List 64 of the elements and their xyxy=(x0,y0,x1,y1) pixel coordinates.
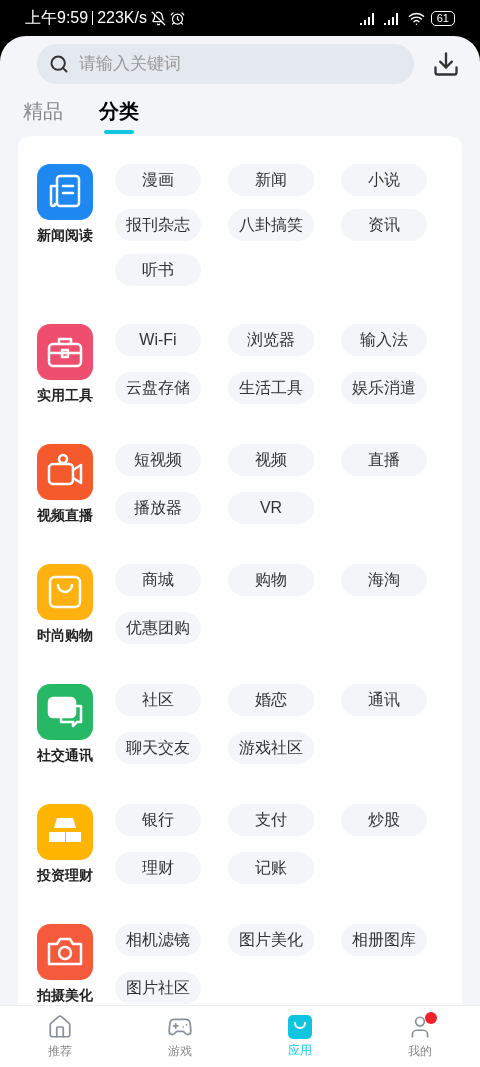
tag-chip[interactable]: 输入法 xyxy=(341,324,427,356)
nav-tab[interactable]: 推荐 xyxy=(0,1006,120,1067)
home-icon xyxy=(47,1013,73,1040)
tag-chip[interactable]: 理财 xyxy=(115,851,201,884)
tag-chip[interactable]: 生活工具 xyxy=(228,371,314,404)
nav-tab[interactable]: 游戏 xyxy=(120,1006,240,1067)
tag-chip[interactable]: 记账 xyxy=(228,851,314,884)
tag-chip[interactable]: 浏览器 xyxy=(228,324,314,356)
tag-chip[interactable]: 银行 xyxy=(115,804,201,836)
tag-chip[interactable]: 漫画 xyxy=(115,164,201,196)
tag-chip[interactable]: 相册图库 xyxy=(341,924,427,956)
category-icon[interactable] xyxy=(37,164,93,220)
category-icon[interactable] xyxy=(37,924,93,980)
tag-chip[interactable]: 图片社区 xyxy=(115,971,201,1004)
battery-indicator: 61 xyxy=(430,10,455,26)
tag-chip[interactable]: 直播 xyxy=(341,444,427,476)
tag-chip[interactable]: 游戏社区 xyxy=(228,731,314,764)
network-speed: 223K/s xyxy=(97,8,147,28)
category-icon[interactable] xyxy=(37,564,93,620)
clock-time: 上午9:59 xyxy=(25,8,89,28)
tag-chip[interactable]: 云盘存储 xyxy=(115,371,201,404)
tag-chip[interactable]: 视频 xyxy=(228,444,314,476)
tag-chip[interactable]: 社区 xyxy=(115,684,201,716)
tag-chip[interactable]: 播放器 xyxy=(115,491,201,524)
bell-off-icon xyxy=(150,10,166,26)
tag-chip[interactable]: 购物 xyxy=(228,564,314,596)
tag-chip[interactable]: 报刊杂志 xyxy=(115,209,201,241)
category-name: 实用工具 xyxy=(37,386,93,405)
category-name: 时尚购物 xyxy=(37,626,93,645)
tag-chip[interactable]: 聊天交友 xyxy=(115,731,201,764)
category-icon[interactable] xyxy=(37,444,93,500)
tag-chip[interactable]: VR xyxy=(228,491,314,524)
tag-chip[interactable]: 娱乐消遣 xyxy=(341,371,427,404)
search-icon xyxy=(49,54,69,74)
tag-chip[interactable]: 支付 xyxy=(228,804,314,836)
tag-chip[interactable]: 新闻 xyxy=(228,164,314,196)
tag-chip[interactable]: 八卦搞笑 xyxy=(228,209,314,241)
tag-chip[interactable]: 炒股 xyxy=(341,804,427,836)
tag-chip[interactable]: 听书 xyxy=(115,254,201,286)
category-name: 社交通讯 xyxy=(37,746,93,765)
tab[interactable]: 分类 xyxy=(99,98,139,136)
tag-chip[interactable]: 优惠团购 xyxy=(115,611,201,644)
category-name: 视频直播 xyxy=(37,506,93,525)
category-icon[interactable] xyxy=(37,324,93,380)
nav-tab[interactable]: 我的 xyxy=(360,1006,480,1067)
tag-chip[interactable]: 图片美化 xyxy=(228,924,314,956)
tag-chip[interactable]: 商城 xyxy=(115,564,201,596)
tag-chip[interactable]: Wi-Fi xyxy=(115,324,201,356)
tag-chip[interactable]: 海淘 xyxy=(341,564,427,596)
tag-chip[interactable]: 相机滤镜 xyxy=(115,924,201,956)
category-name: 新闻阅读 xyxy=(37,226,93,245)
tag-chip[interactable]: 短视频 xyxy=(115,444,201,476)
tag-chip[interactable]: 小说 xyxy=(341,164,427,196)
search-field[interactable]: 请输入关键词 xyxy=(37,44,414,84)
bag-icon xyxy=(288,1014,312,1039)
download-icon[interactable] xyxy=(432,50,460,78)
category-name: 拍摄美化 xyxy=(37,986,93,1005)
category-icon[interactable] xyxy=(37,684,93,740)
tag-chip[interactable]: 资讯 xyxy=(341,209,427,241)
category-name: 投资理财 xyxy=(37,866,93,885)
alarm-icon xyxy=(169,10,185,26)
tag-chip[interactable]: 婚恋 xyxy=(228,684,314,716)
category-icon[interactable] xyxy=(37,804,93,860)
tag-chip[interactable]: 通讯 xyxy=(341,684,427,716)
